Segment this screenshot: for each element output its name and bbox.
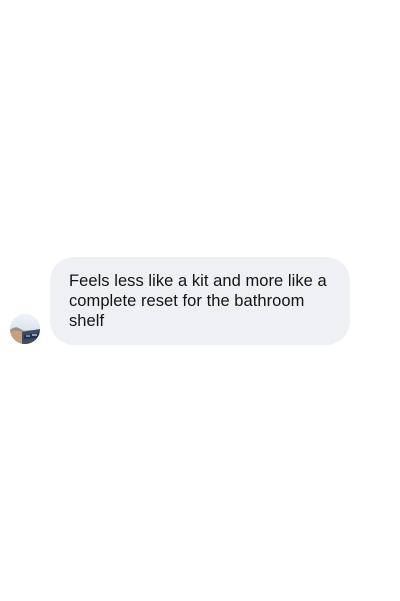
avatar-photo-icon — [10, 314, 40, 344]
message-text: Feels less like a kit and more like a co… — [69, 272, 327, 330]
chat-message: Feels less like a kit and more like a co… — [10, 257, 350, 345]
user-avatar[interactable] — [10, 314, 40, 344]
message-bubble: Feels less like a kit and more like a co… — [50, 257, 350, 345]
